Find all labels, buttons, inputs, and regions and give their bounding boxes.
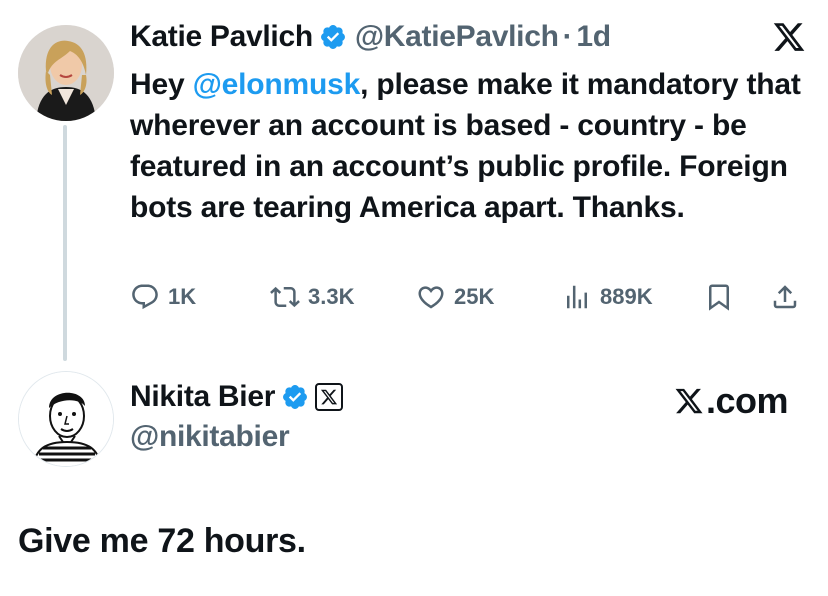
like-button[interactable]: 25K — [416, 282, 494, 312]
tweet-text: Hey @elonmusk, please make it mandatory … — [130, 64, 820, 228]
views-icon — [567, 285, 587, 309]
tweet-meta: @KatiePavlich · 1d — [355, 20, 611, 54]
tweet-time[interactable]: 1d — [576, 20, 611, 53]
tweet-header: Katie Pavlich @KatiePavlich · 1d — [130, 20, 611, 54]
x-com-text: .com — [705, 380, 789, 421]
tweet-text-prefix: Hey — [130, 68, 193, 101]
x-logo-icon — [772, 20, 806, 54]
verified-badge-icon — [319, 23, 347, 51]
share-button[interactable] — [770, 282, 800, 312]
mention-link[interactable]: @elonmusk — [193, 68, 361, 101]
repost-count: 3.3K — [308, 284, 355, 309]
bookmark-button[interactable] — [704, 282, 734, 312]
heart-icon — [418, 286, 444, 309]
avatar-sketch — [19, 372, 113, 466]
verified-badge-icon — [281, 383, 309, 411]
tweet-actions: 1K 3.3K 25K 889K — [130, 282, 810, 318]
reply-header: Nikita Bier — [130, 380, 344, 414]
views-button[interactable]: 889K — [562, 282, 653, 312]
meta-separator: · — [562, 20, 573, 53]
author-handle[interactable]: @KatiePavlich — [355, 20, 559, 53]
bookmark-icon — [709, 284, 729, 311]
x-com-brand: .com — [674, 380, 789, 422]
like-count: 25K — [454, 284, 495, 309]
share-icon — [773, 285, 797, 309]
repost-icon — [270, 286, 300, 308]
avatar-photo — [18, 25, 114, 121]
repost-button[interactable]: 3.3K — [270, 282, 354, 312]
avatar-nikita-bier[interactable] — [18, 371, 114, 467]
author-name[interactable]: Katie Pavlich — [130, 20, 313, 54]
thread-connector — [63, 125, 67, 361]
x-affiliate-icon[interactable] — [315, 383, 344, 411]
view-count: 889K — [600, 284, 653, 309]
reply-author-handle[interactable]: @nikitabier — [130, 420, 290, 454]
comment-icon — [132, 284, 158, 310]
reply-button[interactable]: 1K — [130, 282, 196, 312]
reply-count: 1K — [168, 284, 197, 309]
avatar-katie-pavlich[interactable] — [18, 25, 114, 121]
reply-author-name[interactable]: Nikita Bier — [130, 380, 275, 414]
x-logo-icon — [675, 388, 703, 414]
reply-text: Give me 72 hours. — [18, 522, 306, 560]
